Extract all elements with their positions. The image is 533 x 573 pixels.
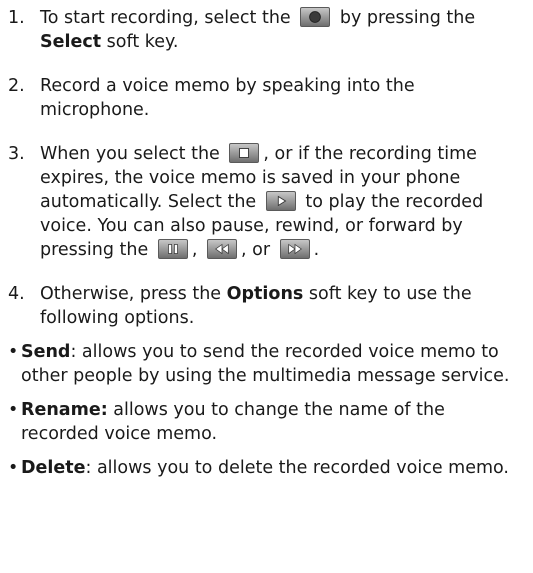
- step-text: To start recording, select the: [40, 8, 291, 28]
- options-key-label: Options: [226, 284, 304, 304]
- step-text: Record a voice memo by speaking into the…: [40, 76, 415, 120]
- period: .: [313, 240, 320, 260]
- step-text: Otherwise, press the: [40, 284, 222, 304]
- step-3: 3. When you select the , or if the recor…: [4, 142, 527, 262]
- step-number: 2.: [8, 76, 25, 96]
- step-number: 4.: [8, 284, 25, 304]
- option-delete: • Delete: allows you to delete the recor…: [4, 456, 527, 480]
- record-icon: [300, 7, 331, 27]
- option-term: Send: [21, 342, 71, 362]
- step-text: by pressing the: [339, 8, 476, 28]
- separator: , or: [241, 240, 271, 260]
- step-2: 2. Record a voice memo by speaking into …: [4, 74, 527, 122]
- bullet: •: [8, 458, 19, 478]
- option-send: • Send: allows you to send the recorded …: [4, 340, 527, 388]
- bullet: •: [8, 400, 19, 420]
- play-icon: [265, 191, 296, 211]
- option-term: Delete: [21, 458, 86, 478]
- rewind-icon: [207, 239, 237, 259]
- step-1: 1. To start recording, select the by pre…: [4, 6, 527, 54]
- step-number: 1.: [8, 8, 25, 28]
- separator: ,: [191, 240, 198, 260]
- bullet: •: [8, 342, 19, 362]
- step-text: soft key.: [106, 32, 179, 52]
- step-4: 4. Otherwise, press the Options soft key…: [4, 282, 527, 330]
- manual-page: 1. To start recording, select the by pre…: [0, 0, 533, 573]
- forward-icon: [279, 239, 310, 259]
- option-rename: • Rename: allows you to change the name …: [4, 398, 527, 446]
- pause-icon: [157, 239, 188, 259]
- option-desc: : allows you to delete the recorded voic…: [85, 458, 509, 478]
- option-term: Rename:: [21, 400, 108, 420]
- option-desc: : allows you to send the recorded voice …: [21, 342, 510, 386]
- stop-icon: [229, 143, 260, 163]
- step-number: 3.: [8, 144, 25, 164]
- options-list: • Send: allows you to send the recorded …: [4, 340, 527, 480]
- step-text: When you select the: [40, 144, 220, 164]
- select-key-label: Select: [40, 32, 102, 52]
